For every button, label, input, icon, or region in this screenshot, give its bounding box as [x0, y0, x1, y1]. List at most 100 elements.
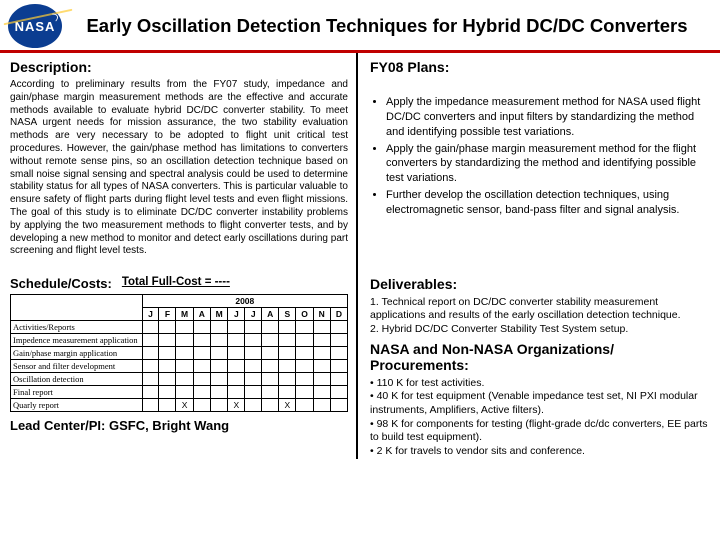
- nasa-logo: NASA: [8, 4, 62, 48]
- gantt-cell: [313, 347, 330, 360]
- procurements-heading: NASA and Non-NASA Organizations/ Procure…: [370, 341, 710, 373]
- plan-item: Apply the impedance measurement method f…: [386, 95, 710, 140]
- gantt-cell: [330, 386, 347, 399]
- month-header: M: [210, 308, 227, 321]
- gantt-cell: [176, 347, 193, 360]
- gantt-cell: [142, 347, 159, 360]
- gantt-cell: [210, 334, 227, 347]
- schedule-heading: Schedule/Costs:: [10, 276, 112, 291]
- gantt-cell: [262, 347, 279, 360]
- gantt-cell: [262, 386, 279, 399]
- plans-list: Apply the impedance measurement method f…: [370, 95, 710, 218]
- gantt-cell: [210, 321, 227, 334]
- gantt-cell: [245, 386, 262, 399]
- gantt-cell: [245, 347, 262, 360]
- content-columns: Description: According to preliminary re…: [0, 53, 720, 459]
- procurement-item: • 98 K for components for testing (fligh…: [370, 418, 710, 445]
- gantt-cell: [330, 360, 347, 373]
- gantt-cell: [245, 373, 262, 386]
- page-title: Early Oscillation Detection Techniques f…: [62, 14, 712, 37]
- gantt-cell: [176, 360, 193, 373]
- gantt-cell: [330, 334, 347, 347]
- gantt-cell: [296, 360, 313, 373]
- schedule-header-row: Schedule/Costs: Total Full-Cost = ----: [10, 276, 348, 291]
- gantt-cell: [142, 373, 159, 386]
- gantt-cell: [262, 321, 279, 334]
- plans-heading: FY08 Plans:: [370, 59, 710, 75]
- gantt-cell: [245, 334, 262, 347]
- gantt-cell: [210, 386, 227, 399]
- gantt-cell: [159, 386, 176, 399]
- table-row: Quarly reportXXX: [11, 399, 348, 412]
- gantt-cell: [313, 386, 330, 399]
- gantt-cell: [330, 373, 347, 386]
- gantt-cell: [228, 347, 245, 360]
- gantt-cell: [176, 386, 193, 399]
- gantt-cell: [228, 373, 245, 386]
- gantt-cell: [262, 360, 279, 373]
- month-header: D: [330, 308, 347, 321]
- activity-label: Quarly report: [11, 399, 143, 412]
- gantt-cell: [296, 334, 313, 347]
- activity-label: Activities/Reports: [11, 321, 143, 334]
- gantt-cell: [142, 321, 159, 334]
- gantt-cell: [313, 399, 330, 412]
- table-row: Gain/phase margin application: [11, 347, 348, 360]
- gantt-cell: [193, 321, 210, 334]
- lead-center-pi: Lead Center/PI: GSFC, Bright Wang: [10, 418, 348, 433]
- table-row: Oscillation detection: [11, 373, 348, 386]
- gantt-cell: [245, 321, 262, 334]
- gantt-cell: [193, 360, 210, 373]
- gantt-cell: [210, 399, 227, 412]
- total-cost-label: Total Full-Cost = ----: [122, 276, 230, 288]
- year-cell: 2008: [142, 295, 347, 308]
- logo-text: NASA: [15, 19, 56, 34]
- month-header: J: [228, 308, 245, 321]
- gantt-cell: [142, 334, 159, 347]
- gantt-cell: [228, 321, 245, 334]
- activity-label: Final report: [11, 386, 143, 399]
- gantt-cell: [193, 399, 210, 412]
- gantt-cell: [330, 347, 347, 360]
- plan-item: Apply the gain/phase margin measurement …: [386, 142, 710, 187]
- table-row: Sensor and filter development: [11, 360, 348, 373]
- month-header: O: [296, 308, 313, 321]
- month-header: N: [313, 308, 330, 321]
- left-column: Description: According to preliminary re…: [0, 53, 358, 459]
- activity-label: Impedence measurement application: [11, 334, 143, 347]
- gantt-cell: [176, 334, 193, 347]
- procurement-item: • 40 K for test equipment (Venable imped…: [370, 390, 710, 417]
- gantt-cell: [142, 399, 159, 412]
- gantt-cell: [228, 334, 245, 347]
- gantt-cell: [193, 347, 210, 360]
- month-header: F: [159, 308, 176, 321]
- gantt-cell: [210, 347, 227, 360]
- gantt-cell: X: [279, 399, 296, 412]
- gantt-cell: [262, 334, 279, 347]
- table-row: Impedence measurement application: [11, 334, 348, 347]
- gantt-cell: [262, 399, 279, 412]
- gantt-cell: [159, 373, 176, 386]
- gantt-cell: [296, 399, 313, 412]
- activity-label: Gain/phase margin application: [11, 347, 143, 360]
- month-header: M: [176, 308, 193, 321]
- gantt-cell: [279, 334, 296, 347]
- deliverables-heading: Deliverables:: [370, 276, 710, 292]
- gantt-cell: [142, 386, 159, 399]
- gantt-cell: [279, 321, 296, 334]
- gantt-cell: [296, 373, 313, 386]
- procurement-item: • 110 K for test activities.: [370, 377, 710, 391]
- gantt-cell: [159, 321, 176, 334]
- gantt-cell: [245, 360, 262, 373]
- procurement-item: • 2 K for travels to vendor sits and con…: [370, 445, 710, 459]
- gantt-cell: [313, 360, 330, 373]
- right-column: FY08 Plans: Apply the impedance measurem…: [358, 53, 720, 459]
- gantt-cell: [296, 321, 313, 334]
- deliverables-list: 1. Technical report on DC/DC converter s…: [370, 296, 710, 337]
- procurements-list: • 110 K for test activities.• 40 K for t…: [370, 377, 710, 459]
- gantt-cell: [228, 386, 245, 399]
- gantt-cell: [330, 321, 347, 334]
- activity-label: Oscillation detection: [11, 373, 143, 386]
- gantt-cell: [159, 399, 176, 412]
- month-header: A: [262, 308, 279, 321]
